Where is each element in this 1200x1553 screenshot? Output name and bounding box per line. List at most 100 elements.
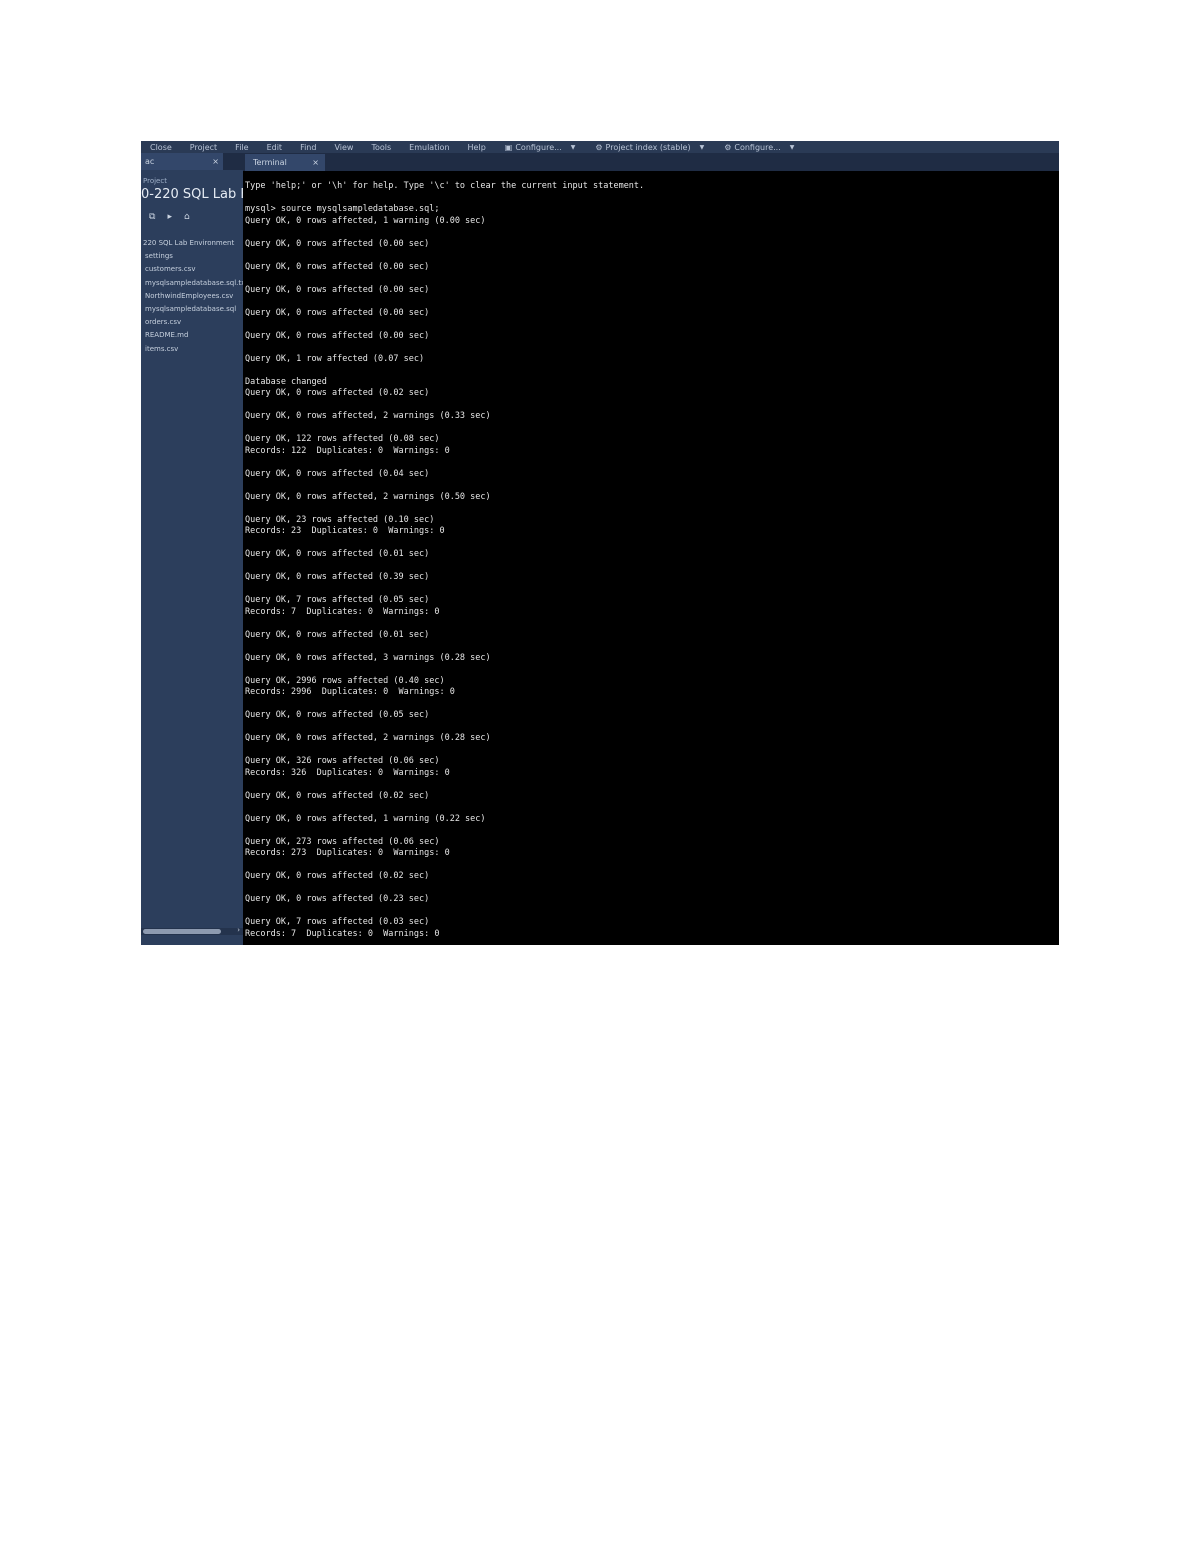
chevron-down-icon: ▼ (699, 143, 705, 151)
terminal-line: Query OK, 0 rows affected (0.02 sec) (245, 790, 430, 801)
menu-file[interactable]: File (226, 143, 257, 152)
sidebar-tab-label: ac (145, 157, 155, 166)
menu-help[interactable]: Help (459, 143, 495, 152)
scrollbar-thumb[interactable] (143, 929, 221, 934)
project-index-dropdown[interactable]: ⚙ Project index (stable) ▼ (585, 143, 714, 152)
terminal-line: Query OK, 326 rows affected (0.06 sec) (245, 756, 440, 766)
home-icon[interactable]: ⌂ (184, 212, 190, 224)
new-window-icon[interactable]: ⧉ (149, 212, 155, 224)
terminal-line: Records: 23 Duplicates: 0 Warnings: 0 (245, 526, 445, 536)
terminal-line: Query OK, 7 rows affected (0.05 sec) (245, 595, 430, 605)
terminal-line: Query OK, 1 row affected (0.07 sec) (245, 353, 425, 364)
terminal-line: Query OK, 273 rows affected (0.06 sec) (245, 836, 440, 847)
sidebar-scrollbar[interactable]: › (141, 926, 243, 935)
file-tree-item[interactable]: NorthwindEmployees.csv (141, 290, 243, 303)
terminal-line: Records: 273 Duplicates: 0 Warnings: 0 (245, 848, 450, 858)
terminal-line: Query OK, 0 rows affected (0.01 sec) (245, 629, 430, 640)
terminal-line: mysql> source mysqlsampledatabase.sql; (245, 204, 440, 214)
menu-bar: Close Project File Edit Find View Tools … (141, 141, 1059, 153)
close-icon[interactable]: × (212, 157, 219, 166)
chevron-down-icon: ▼ (789, 143, 795, 151)
file-tree-item[interactable]: customers.csv (141, 263, 243, 276)
terminal-line: Records: 7 Duplicates: 0 Warnings: 0 (245, 928, 440, 939)
terminal-line: Query OK, 0 rows affected (0.02 sec) (245, 871, 430, 881)
terminal-line: Database changed (245, 376, 327, 387)
project-sidebar: ac × Project 0-220 SQL Lab E... ⧉ ▸ ⌂ 22… (141, 153, 243, 945)
file-tree-item[interactable]: mysqlsampledatabase.sql.txt (141, 277, 243, 290)
file-tree-item[interactable]: mysqlsampledatabase.sql (141, 303, 243, 316)
terminal-line: Records: 326 Duplicates: 0 Warnings: 0 (245, 767, 450, 778)
menu-view[interactable]: View (325, 143, 362, 152)
terminal-line: Query OK, 0 rows affected, 3 warnings (0… (245, 652, 491, 663)
file-tree-item[interactable]: orders.csv (141, 316, 243, 329)
file-tree-item[interactable]: settings (141, 250, 243, 263)
tab-terminal-label: Terminal (253, 158, 287, 167)
run-icon[interactable]: ▸ (167, 212, 172, 224)
chevron-down-icon: ▼ (570, 143, 576, 151)
terminal-line: Type 'help;' or '\h' for help. Type '\c'… (245, 181, 645, 191)
editor-tabbar: Terminal × (243, 153, 1059, 171)
configure-label: Configure... (515, 142, 562, 152)
file-tree-item[interactable]: items.csv (141, 343, 243, 356)
sidebar-section-label: Project (143, 177, 167, 185)
terminal-line: Records: 122 Duplicates: 0 Warnings: 0 (245, 445, 450, 456)
configure-dropdown[interactable]: ▣ Configure... ▼ (495, 143, 586, 152)
close-icon[interactable]: × (312, 158, 319, 167)
configure-label-2: Configure... (734, 142, 781, 152)
sidebar-tabbar: ac × (141, 153, 243, 170)
configure-dropdown-2[interactable]: ⚙ Configure... ▼ (714, 143, 804, 152)
menu-project[interactable]: Project (181, 143, 226, 152)
terminal-line: Query OK, 0 rows affected (0.02 sec) (245, 388, 430, 398)
menu-edit[interactable]: Edit (258, 143, 292, 152)
terminal-line: Query OK, 0 rows affected, 2 warnings (0… (245, 733, 491, 743)
terminal-line: Query OK, 0 rows affected (0.00 sec) (245, 238, 430, 249)
terminal-line: Query OK, 2996 rows affected (0.40 sec) (245, 675, 445, 686)
tab-terminal[interactable]: Terminal × (245, 154, 325, 171)
window-icon: ▣ (504, 142, 513, 152)
sidebar-tab[interactable]: ac × (141, 153, 223, 170)
gear-icon: ⚙ (724, 142, 732, 152)
terminal-output[interactable]: Type 'help;' or '\h' for help. Type '\c'… (245, 181, 1055, 941)
chevron-right-icon[interactable]: › (237, 926, 240, 934)
file-tree-item[interactable]: README.md (141, 329, 243, 342)
menu-tools[interactable]: Tools (362, 143, 400, 152)
terminal-line: Query OK, 0 rows affected (0.00 sec) (245, 307, 430, 318)
ide-window: Close Project File Edit Find View Tools … (141, 141, 1059, 945)
terminal-line: Query OK, 0 rows affected, 1 warning (0.… (245, 215, 486, 226)
terminal-line: Query OK, 0 rows affected (0.05 sec) (245, 710, 430, 720)
terminal-line: Query OK, 0 rows affected (0.01 sec) (245, 549, 430, 559)
terminal-line: Query OK, 122 rows affected (0.08 sec) (245, 434, 440, 444)
terminal-line: Query OK, 23 rows affected (0.10 sec) (245, 514, 435, 525)
menu-close[interactable]: Close (141, 143, 181, 152)
menu-emulation[interactable]: Emulation (400, 143, 458, 152)
terminal-line: Records: 2996 Duplicates: 0 Warnings: 0 (245, 687, 455, 697)
project-title[interactable]: 0-220 SQL Lab E... (141, 186, 243, 204)
file-tree-root[interactable]: 220 SQL Lab Environment (141, 237, 243, 250)
project-index-label: Project index (stable) (605, 142, 691, 152)
terminal-line: Query OK, 7 rows affected (0.03 sec) (245, 917, 430, 927)
sidebar-toolbar: ⧉ ▸ ⌂ (149, 212, 243, 224)
menu-find[interactable]: Find (291, 143, 325, 152)
